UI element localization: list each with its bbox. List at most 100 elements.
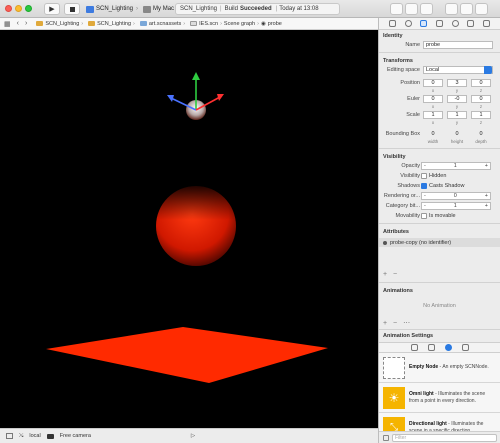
euler-label: Euler xyxy=(407,96,420,102)
transforms-section-title: Transforms xyxy=(383,58,413,64)
casts-shadow-checkbox[interactable] xyxy=(421,183,427,189)
remove-attribute-icon[interactable]: − xyxy=(393,271,397,278)
axis-y-label: y xyxy=(455,120,459,125)
inspector-panel: Identity Name probe Transforms Editing s… xyxy=(378,18,500,443)
red-sphere[interactable] xyxy=(150,180,242,266)
crumb-assets[interactable]: art.scnassets xyxy=(149,21,181,27)
folder-icon xyxy=(139,21,147,26)
axis-y-label: y xyxy=(455,104,459,109)
library-item-title: Empty Node xyxy=(409,364,439,371)
floor-plane[interactable] xyxy=(46,327,328,383)
zoom-window-button[interactable] xyxy=(25,5,32,12)
scene-render xyxy=(46,72,328,383)
opacity-stepper[interactable]: - 1 + xyxy=(421,162,491,170)
media-library-icon[interactable] xyxy=(461,344,469,351)
folder-icon xyxy=(88,21,96,26)
minus-icon[interactable]: - xyxy=(424,203,426,209)
status-time: Today at 13:08 xyxy=(279,6,319,12)
euler-z-field[interactable]: 0 xyxy=(471,95,491,103)
crumb-project[interactable]: SCN_Lighting xyxy=(45,21,79,27)
minimize-window-button[interactable] xyxy=(15,5,22,12)
scale-x-field[interactable]: 1 xyxy=(423,111,443,119)
scene-viewport[interactable] xyxy=(0,30,378,428)
sidebar-toggle-icon[interactable] xyxy=(6,433,13,439)
chevron-right-icon: › xyxy=(136,6,139,12)
is-movable-label: Is movable xyxy=(429,213,456,219)
library-filter-bar: Filter xyxy=(379,431,500,443)
library-filter-input[interactable]: Filter xyxy=(392,433,497,442)
crumb-scene-graph[interactable]: Scene graph xyxy=(224,21,255,27)
run-button[interactable]: ▶ xyxy=(44,3,60,15)
node-inspector-icon[interactable] xyxy=(420,20,428,27)
grid-icon[interactable]: ▦ xyxy=(4,20,11,28)
crumb-scene-file[interactable]: IES.scn xyxy=(199,21,218,27)
hidden-checkbox[interactable] xyxy=(421,173,427,179)
minus-icon[interactable]: - xyxy=(424,193,426,199)
assistant-editor-button[interactable] xyxy=(405,3,418,15)
rendering-order-stepper[interactable]: - 0 + xyxy=(421,192,491,200)
help-inspector-icon[interactable] xyxy=(404,20,412,27)
view-toggle-buttons xyxy=(445,3,488,15)
position-x-field[interactable]: 0 xyxy=(423,79,443,87)
version-editor-button[interactable] xyxy=(420,3,433,15)
status-build-result: Succeeded xyxy=(239,6,272,12)
bbox-depth-value: 0 xyxy=(479,131,483,137)
file-inspector-icon[interactable] xyxy=(389,20,397,27)
is-movable-checkbox[interactable] xyxy=(421,213,427,219)
position-label: Position xyxy=(400,80,420,86)
bbox-height-value: 0 xyxy=(455,131,459,137)
plus-icon[interactable]: + xyxy=(485,193,488,199)
position-y-field[interactable]: 3 xyxy=(447,79,467,87)
code-snippet-library-icon[interactable] xyxy=(427,344,435,351)
status-project: SCN_Lighting xyxy=(180,6,218,12)
activity-status: SCN_Lighting | Build Succeeded | Today a… xyxy=(175,3,340,15)
name-field[interactable]: probe xyxy=(423,41,493,49)
scene-inspector-icon[interactable] xyxy=(482,20,490,27)
library-item-empty-node[interactable]: Empty Node - An empty SCNNode. xyxy=(379,353,500,383)
physics-inspector-icon[interactable] xyxy=(467,20,475,27)
more-icon[interactable]: ⋯ xyxy=(403,320,410,327)
space-selector[interactable]: local xyxy=(29,433,40,439)
euler-y-field[interactable]: -0 xyxy=(447,95,467,103)
toggle-navigator-button[interactable] xyxy=(445,3,458,15)
editing-space-select[interactable]: Local xyxy=(423,66,493,74)
position-z-field[interactable]: 0 xyxy=(471,79,491,87)
camera-selector[interactable]: Free camera xyxy=(60,433,91,439)
object-library-icon[interactable] xyxy=(444,344,452,351)
attributes-inspector-icon[interactable] xyxy=(435,20,443,27)
category-bitmask-label: Category bit... xyxy=(385,203,420,209)
play-scene-icon[interactable]: ▷ xyxy=(191,433,195,439)
chevron-down-icon xyxy=(484,66,492,74)
animation-settings-title: Animation Settings xyxy=(383,333,434,339)
forward-icon[interactable]: › xyxy=(25,20,27,27)
euler-x-field[interactable]: 0 xyxy=(423,95,443,103)
add-animation-icon[interactable]: + xyxy=(383,320,387,327)
scene-file-icon xyxy=(190,21,198,26)
close-window-button[interactable] xyxy=(5,5,12,12)
probe-gizmo[interactable] xyxy=(167,72,224,120)
toggle-debug-button[interactable] xyxy=(460,3,473,15)
grid-view-icon[interactable] xyxy=(383,434,389,441)
add-attribute-icon[interactable]: + xyxy=(383,271,387,278)
visibility-label: Visibility xyxy=(400,173,420,179)
back-icon[interactable]: ‹ xyxy=(17,20,19,27)
minus-icon[interactable]: - xyxy=(424,163,426,169)
material-inspector-icon[interactable] xyxy=(451,20,459,27)
stop-button[interactable] xyxy=(64,3,80,15)
plus-icon[interactable]: + xyxy=(485,163,488,169)
axis-y-label: y xyxy=(455,88,459,93)
scale-y-field[interactable]: 1 xyxy=(447,111,467,119)
crumb-node[interactable]: probe xyxy=(268,21,282,27)
standard-editor-button[interactable] xyxy=(390,3,403,15)
toggle-utilities-button[interactable] xyxy=(475,3,488,15)
category-bitmask-stepper[interactable]: - 1 + xyxy=(421,202,491,210)
axis-x-label: x xyxy=(431,88,435,93)
scheme-selector[interactable]: SCN_Lighting › My Mac xyxy=(84,3,174,15)
remove-animation-icon[interactable]: − xyxy=(393,320,397,327)
file-template-library-icon[interactable] xyxy=(410,344,418,351)
scale-z-field[interactable]: 1 xyxy=(471,111,491,119)
library-item-omni-light[interactable]: ☀ Omni light - Illuminates the scene fro… xyxy=(379,383,500,413)
crumb-group[interactable]: SCN_Lighting xyxy=(97,21,131,27)
attribute-item[interactable]: probe-copy (no identifier) xyxy=(379,238,500,247)
plus-icon[interactable]: + xyxy=(485,203,488,209)
